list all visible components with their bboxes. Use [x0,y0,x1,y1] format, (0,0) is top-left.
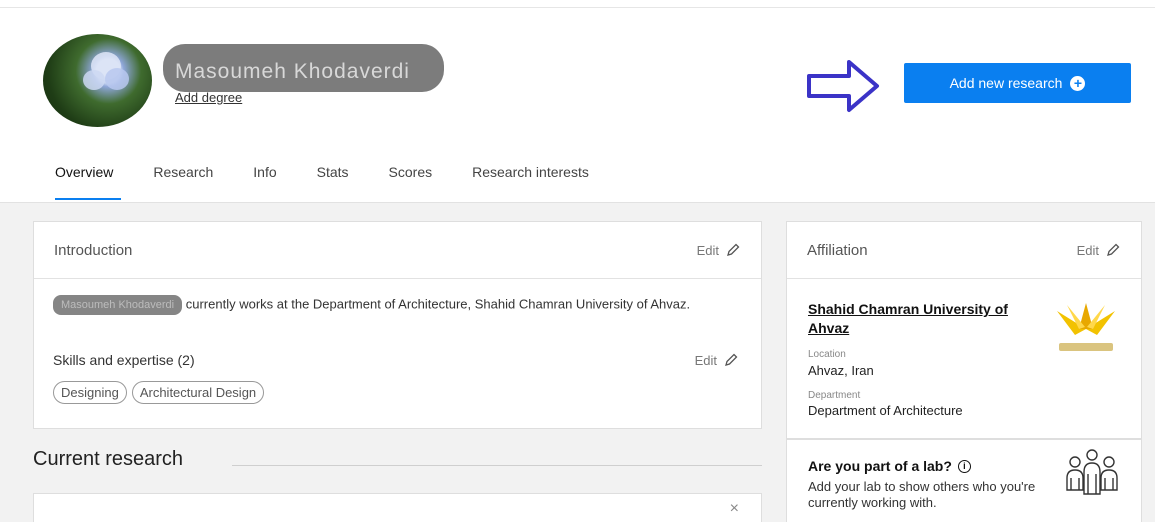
edit-label: Edit [1076,242,1099,258]
close-icon[interactable]: × [730,500,739,518]
tab-overview[interactable]: Overview [35,164,133,200]
skills-title: Skills and expertise (2) [53,352,195,368]
tab-scores[interactable]: Scores [369,164,453,200]
pencil-icon [727,243,740,256]
add-degree-link[interactable]: Add degree [175,90,242,105]
introduction-edit-button[interactable]: Edit [697,242,741,258]
lab-title-text: Are you part of a lab? [808,458,952,474]
department-label: Department [808,390,861,401]
profile-name: Masoumeh Khodaverdi [163,44,444,92]
current-research-card: × [33,493,762,522]
affiliation-card: Affiliation Edit Shahid Chamran Universi… [786,221,1142,439]
avatar[interactable] [43,34,152,127]
introduction-body: currently works at the Department of Arc… [185,296,691,312]
lab-description: Add your lab to show others who you're c… [808,479,1036,510]
people-group-icon [1066,449,1118,495]
skill-chip[interactable]: Architectural Design [131,381,265,404]
tab-research-interests[interactable]: Research interests [452,164,609,200]
info-icon[interactable]: i [957,459,971,473]
lab-card: Are you part of a lab? i Add your lab to… [786,439,1142,522]
add-new-research-button[interactable]: Add new research + [904,63,1131,103]
skills-edit-button[interactable]: Edit [695,352,739,368]
tab-research[interactable]: Research [133,164,233,200]
plus-circle-icon: + [1070,75,1086,91]
location-label: Location [808,349,846,360]
skill-chip[interactable]: Designing [53,381,127,404]
skills-list: Designing Architectural Design [53,381,265,404]
section-divider [232,465,762,466]
profile-tabs: Overview Research Info Stats Scores Rese… [35,164,609,200]
introduction-title: Introduction [54,241,133,259]
lab-title: Are you part of a lab? i [808,458,971,474]
arrow-right-icon [807,60,879,112]
introduction-text: Masoumeh Khodaverdi currently works at t… [53,295,743,315]
current-research-title: Current research [33,448,184,470]
top-divider [0,7,1155,8]
add-new-research-label: Add new research [949,75,1063,91]
university-logo [1057,303,1115,351]
tab-stats[interactable]: Stats [297,164,369,200]
affiliation-edit-button[interactable]: Edit [1077,242,1121,258]
affiliation-title: Affiliation [807,241,868,259]
location-value: Ahvaz, Iran [808,363,874,378]
edit-label: Edit [694,352,717,368]
blurred-name: Masoumeh Khodaverdi [53,295,183,315]
tab-info[interactable]: Info [233,164,296,200]
pencil-icon [725,353,738,366]
university-link[interactable]: Shahid Chamran University of Ahvaz [808,300,1008,338]
pencil-icon [1107,243,1120,256]
edit-label: Edit [696,242,719,258]
department-value: Department of Architecture [808,403,963,418]
